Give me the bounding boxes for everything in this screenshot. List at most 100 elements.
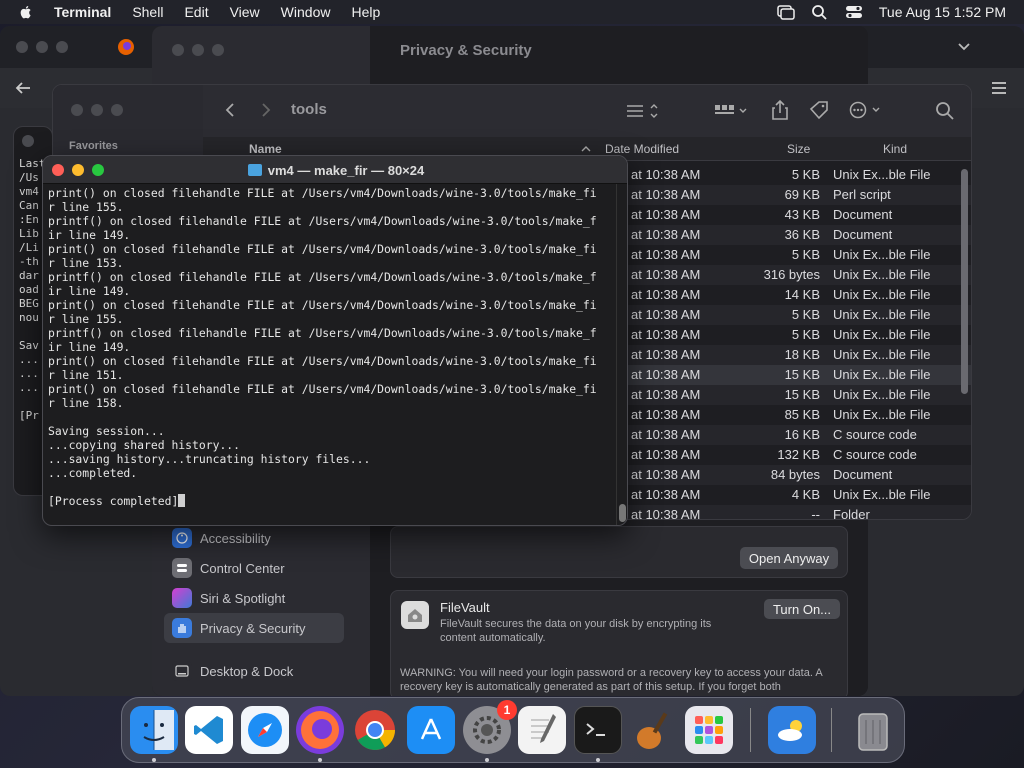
terminal-window: vm4 — make_fir — 80×24 print() on closed…: [42, 155, 628, 526]
search-icon[interactable]: [935, 101, 955, 121]
folder-icon: [247, 164, 262, 176]
cell-kind: Unix Ex...ble File: [833, 487, 931, 502]
back-arrow-icon[interactable]: [14, 80, 32, 96]
firefox-icon[interactable]: [296, 706, 344, 754]
cell-kind: Unix Ex...ble File: [833, 367, 931, 382]
apple-menu-icon[interactable]: [18, 4, 34, 20]
cell-date: at 10:38 AM: [631, 287, 701, 302]
cell-date: at 10:38 AM: [631, 347, 701, 362]
zoom-button[interactable]: [56, 41, 68, 53]
zoom-button[interactable]: [111, 104, 123, 116]
menu-view[interactable]: View: [230, 4, 260, 20]
more-actions-icon[interactable]: [849, 101, 885, 119]
terminal-line: nou: [19, 311, 39, 324]
back-chevron-icon[interactable]: [223, 102, 237, 118]
terminal-line: print() on closed filehandle FILE at /Us…: [48, 298, 597, 312]
terminal-line: printf() on closed filehandle FILE at /U…: [48, 326, 597, 340]
sidebar-item-desktop-dock[interactable]: Desktop & Dock: [164, 656, 344, 686]
menu-app-name[interactable]: Terminal: [54, 4, 111, 20]
menu-shell[interactable]: Shell: [132, 4, 163, 20]
group-view-icon[interactable]: [713, 102, 749, 120]
close-button[interactable]: [22, 135, 34, 147]
column-name[interactable]: Name: [249, 142, 282, 156]
sidebar-item-privacy-security[interactable]: Privacy & Security: [164, 613, 344, 643]
tag-icon[interactable]: [809, 100, 831, 120]
close-button[interactable]: [172, 44, 184, 56]
sidebar-item-label: Accessibility: [200, 530, 271, 546]
menu-edit[interactable]: Edit: [184, 4, 208, 20]
cell-kind: Document: [833, 207, 893, 222]
hamburger-menu-icon[interactable]: [990, 80, 1008, 96]
terminal-title-bar[interactable]: vm4 — make_fir — 80×24: [43, 156, 627, 184]
menu-bar: Terminal Shell Edit View Window Help Tue…: [0, 0, 1024, 24]
column-size[interactable]: Size: [787, 142, 810, 156]
menu-help[interactable]: Help: [351, 4, 380, 20]
cell-size: 16 KB: [784, 427, 820, 442]
terminal-scrollbar[interactable]: [616, 184, 627, 525]
column-date-modified[interactable]: Date Modified: [605, 142, 679, 156]
textedit-icon[interactable]: [518, 706, 566, 754]
spotlight-search-icon[interactable]: [811, 4, 829, 20]
cell-kind: Document: [833, 227, 893, 242]
terminal-output[interactable]: print() on closed filehandle FILE at /Us…: [48, 186, 613, 524]
terminal-line: print() on closed filehandle FILE at /Us…: [48, 354, 597, 368]
terminal-line: ...: [19, 353, 39, 366]
dock-separator: [831, 708, 832, 752]
dock-separator: [750, 708, 751, 752]
filevault-card: FileVault FileVault secures the data on …: [390, 590, 848, 696]
terminal-line: ...completed.: [48, 466, 138, 480]
running-indicator: [485, 758, 489, 762]
terminal-line: Can: [19, 199, 39, 212]
menu-window[interactable]: Window: [281, 4, 331, 20]
cell-kind: Perl script: [833, 187, 891, 202]
cell-date: at 10:38 AM: [631, 167, 701, 182]
gear-icon[interactable]: 1: [463, 700, 517, 754]
control-center-icon[interactable]: [845, 4, 863, 20]
launchpad-icon[interactable]: [685, 706, 733, 754]
chevron-down-icon[interactable]: [957, 40, 971, 54]
sidebar-item-accessibility[interactable]: Accessibility: [164, 523, 344, 553]
trash-icon[interactable]: [849, 706, 897, 754]
menubar-clock[interactable]: Tue Aug 15 1:52 PM: [879, 4, 1006, 20]
cell-date: at 10:38 AM: [631, 327, 701, 342]
cell-kind: Unix Ex...ble File: [833, 327, 931, 342]
firefox-tab-icon[interactable]: [117, 38, 135, 56]
sidebar-item-label: Control Center: [200, 560, 285, 576]
forward-chevron-icon[interactable]: [259, 102, 273, 118]
minimize-button[interactable]: [91, 104, 103, 116]
zoom-button[interactable]: [212, 44, 224, 56]
cell-date: at 10:38 AM: [631, 467, 701, 482]
finder-scrollbar[interactable]: [961, 169, 968, 394]
minimize-button[interactable]: [192, 44, 204, 56]
terminal-icon[interactable]: [574, 706, 622, 754]
open-anyway-button[interactable]: Open Anyway: [740, 547, 838, 569]
vscode-icon[interactable]: [185, 706, 233, 754]
cell-kind: Unix Ex...ble File: [833, 167, 931, 182]
sort-chevron-up-icon[interactable]: [581, 145, 591, 153]
sidebar-item-control-center[interactable]: Control Center: [164, 553, 344, 583]
chrome-icon[interactable]: [351, 706, 399, 754]
share-icon[interactable]: [771, 99, 789, 121]
weather-icon[interactable]: [768, 706, 816, 754]
terminal-line: ...copying shared history...: [48, 438, 241, 452]
finder-icon[interactable]: [130, 706, 178, 754]
minimize-button[interactable]: [36, 41, 48, 53]
terminal-line: printf() on closed filehandle FILE at /U…: [48, 270, 597, 284]
close-button[interactable]: [71, 104, 83, 116]
filevault-house-icon: [401, 601, 429, 629]
sidebar-item-siri-spotlight[interactable]: Siri & Spotlight: [164, 583, 344, 613]
terminal-scroll-thumb[interactable]: [619, 504, 626, 522]
terminal-line: oad: [19, 283, 39, 296]
screen-mirroring-icon[interactable]: [777, 4, 795, 20]
app-store-icon[interactable]: [407, 706, 455, 754]
list-view-icon[interactable]: [625, 102, 659, 120]
terminal-line: r line 155.: [48, 200, 124, 214]
terminal-line: vm4: [19, 185, 39, 198]
close-button[interactable]: [16, 41, 28, 53]
guitar-icon[interactable]: [630, 706, 678, 754]
column-kind[interactable]: Kind: [883, 142, 907, 156]
filevault-turn-on-button[interactable]: Turn On...: [764, 599, 840, 619]
safari-icon[interactable]: [241, 706, 289, 754]
terminal-line: BEG: [19, 297, 39, 310]
